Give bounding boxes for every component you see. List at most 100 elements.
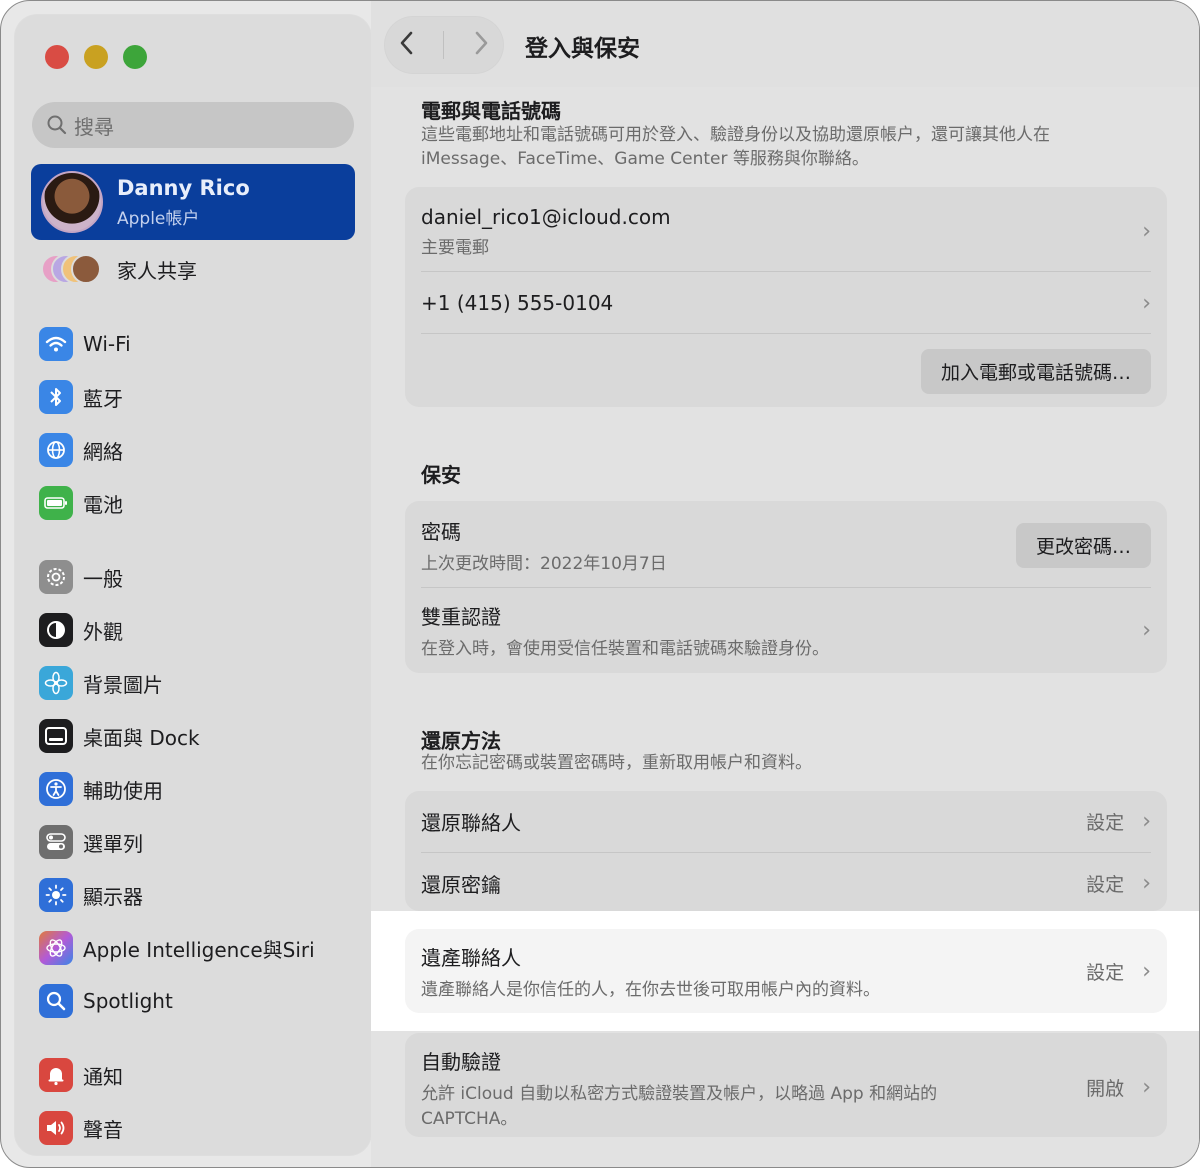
recovery-key-row[interactable]: 還原密鑰 設定 ›	[421, 863, 1151, 903]
sidebar-item-wallpaper[interactable]: 背景圖片	[39, 663, 349, 703]
divider	[421, 852, 1151, 853]
sidebar-item-displays[interactable]: 顯示器	[39, 875, 349, 915]
siri-icon	[39, 931, 73, 965]
account-name: Danny Rico	[117, 175, 250, 200]
sidebar-item-bluetooth[interactable]: 藍牙	[39, 377, 349, 417]
sidebar-item-label: 桌面與 Dock	[83, 725, 200, 750]
sidebar: 搜尋 Danny Rico Apple帳户 家人共享 Wi-Fi 藍牙 網絡 電…	[15, 15, 371, 1155]
section-title-recovery: 還原方法	[421, 729, 501, 753]
auto-verify-value: 開啟	[1086, 1077, 1125, 1100]
auto-verify-desc-line1: 允許 iCloud 自動以私密方式驗證裝置及帳户，以略過 App 和網站的	[421, 1083, 938, 1104]
minimize-window-button[interactable]	[84, 45, 108, 69]
auto-verify-row[interactable]: 自動驗證 允許 iCloud 自動以私密方式驗證裝置及帳户，以略過 App 和網…	[421, 1047, 1151, 1129]
flower-icon	[39, 666, 73, 700]
window-controls	[45, 45, 147, 69]
sidebar-item-spotlight[interactable]: Spotlight	[39, 981, 349, 1021]
sidebar-item-label: 一般	[83, 566, 123, 591]
globe-icon	[39, 433, 73, 467]
navigation-buttons	[385, 17, 503, 73]
sidebar-item-desktop-dock[interactable]: 桌面與 Dock	[39, 716, 349, 756]
sidebar-item-accessibility[interactable]: 輔助使用	[39, 769, 349, 809]
search-input[interactable]: 搜尋	[32, 102, 354, 148]
sidebar-item-label: Wi-Fi	[83, 332, 131, 356]
divider	[443, 31, 445, 59]
sidebar-item-label: 藍牙	[83, 386, 123, 411]
two-factor-row[interactable]: 雙重認證 在登入時，會使用受信任裝置和電話號碼來驗證身份。 ›	[421, 599, 1151, 661]
section-title-email-phone: 電郵與電話號碼	[421, 99, 561, 123]
legacy-contact-value: 設定	[1086, 961, 1125, 984]
appearance-icon	[39, 613, 73, 647]
sidebar-item-wifi[interactable]: Wi-Fi	[39, 324, 349, 364]
search-placeholder: 搜尋	[74, 114, 114, 139]
password-label: 密碼	[421, 520, 461, 544]
sidebar-item-general[interactable]: 一般	[39, 557, 349, 597]
family-avatars	[41, 254, 103, 284]
sidebar-item-network[interactable]: 網絡	[39, 430, 349, 470]
email-address: daniel_rico1@icloud.com	[421, 204, 671, 229]
sidebar-item-label: Apple Intelligence與Siri	[83, 937, 315, 962]
section-title-security: 保安	[421, 463, 461, 487]
password-last-changed: 上次更改時間：2022年10月7日	[421, 554, 667, 574]
sidebar-item-label: 通知	[83, 1064, 123, 1089]
sidebar-item-battery[interactable]: 電池	[39, 483, 349, 523]
phone-number: +1 (415) 555-0104	[421, 291, 614, 315]
family-sharing-label: 家人共享	[117, 258, 197, 283]
sidebar-item-label: 聲音	[83, 1117, 123, 1142]
brightness-icon	[39, 878, 73, 912]
bell-icon	[39, 1058, 73, 1092]
sidebar-item-sound[interactable]: 聲音	[39, 1108, 349, 1148]
accessibility-icon	[39, 772, 73, 806]
recovery-card: 還原聯絡人 設定 › 還原密鑰 設定 ›	[405, 791, 1167, 911]
chevron-right-icon	[475, 31, 488, 55]
email-row[interactable]: daniel_rico1@icloud.com 主要電郵 ›	[421, 201, 1151, 261]
auto-verify-label: 自動驗證	[421, 1049, 501, 1074]
recovery-contacts-row[interactable]: 還原聯絡人 設定 ›	[421, 801, 1151, 841]
email-subtitle: 主要電郵	[421, 237, 489, 258]
password-row: 密碼 上次更改時間：2022年10月7日 更改密碼…	[421, 515, 1151, 575]
auto-verify-desc-line2: CAPTCHA。	[421, 1108, 518, 1129]
battery-icon	[39, 486, 73, 520]
speaker-icon	[39, 1111, 73, 1145]
recovery-contacts-label: 還原聯絡人	[421, 810, 521, 835]
search-icon	[47, 115, 67, 135]
chevron-right-icon: ›	[1142, 218, 1151, 244]
dock-icon	[39, 719, 73, 753]
zoom-window-button[interactable]	[123, 45, 147, 69]
menubar-icon	[39, 825, 73, 859]
chevron-left-icon	[400, 31, 413, 55]
sidebar-item-label: Spotlight	[83, 989, 173, 1013]
sidebar-item-appearance[interactable]: 外觀	[39, 610, 349, 650]
sidebar-item-apple-account[interactable]: Danny Rico Apple帳户	[31, 164, 355, 240]
back-button[interactable]	[399, 30, 415, 60]
change-password-button[interactable]: 更改密碼…	[1015, 522, 1151, 568]
sidebar-item-label: 背景圖片	[83, 672, 163, 697]
settings-window: 搜尋 Danny Rico Apple帳户 家人共享 Wi-Fi 藍牙 網絡 電…	[0, 0, 1200, 1168]
sidebar-item-label: 顯示器	[83, 884, 143, 909]
wifi-icon	[39, 327, 73, 361]
forward-button[interactable]	[473, 30, 489, 60]
recovery-key-label: 還原密鑰	[421, 872, 501, 897]
chevron-right-icon: ›	[1142, 808, 1151, 834]
add-row: 加入電郵或電話號碼…	[421, 348, 1151, 394]
sidebar-item-label: 選單列	[83, 831, 143, 856]
sidebar-item-apple-intelligence-siri[interactable]: Apple Intelligence與Siri	[39, 928, 349, 968]
sidebar-item-label: 網絡	[83, 439, 123, 464]
phone-row[interactable]: +1 (415) 555-0104 ›	[421, 283, 1151, 323]
sidebar-item-label: 外觀	[83, 619, 123, 644]
chevron-right-icon: ›	[1142, 870, 1151, 896]
legacy-contact-card: 遺產聯絡人 遺產聯絡人是你信任的人，在你去世後可取用帳户內的資料。 設定 ›	[405, 929, 1167, 1013]
chevron-right-icon: ›	[1142, 958, 1151, 984]
divider	[421, 333, 1151, 334]
legacy-contact-row[interactable]: 遺產聯絡人 遺產聯絡人是你信任的人，在你去世後可取用帳户內的資料。 設定 ›	[421, 941, 1151, 1001]
chevron-right-icon: ›	[1142, 617, 1151, 643]
auto-verify-card: 自動驗證 允許 iCloud 自動以私密方式驗證裝置及帳户，以略過 App 和網…	[405, 1033, 1167, 1137]
sidebar-item-family-sharing[interactable]: 家人共享	[41, 253, 197, 285]
section-desc-recovery: 在你忘記密碼或裝置密碼時，重新取用帳户和資料。	[421, 753, 812, 773]
sidebar-item-label: 輔助使用	[83, 778, 163, 803]
sidebar-item-notifications[interactable]: 通知	[39, 1055, 349, 1095]
divider	[421, 271, 1151, 272]
close-window-button[interactable]	[45, 45, 69, 69]
spotlight-icon	[39, 984, 73, 1018]
sidebar-item-menu-bar[interactable]: 選單列	[39, 822, 349, 862]
add-email-phone-button[interactable]: 加入電郵或電話號碼…	[920, 348, 1151, 394]
